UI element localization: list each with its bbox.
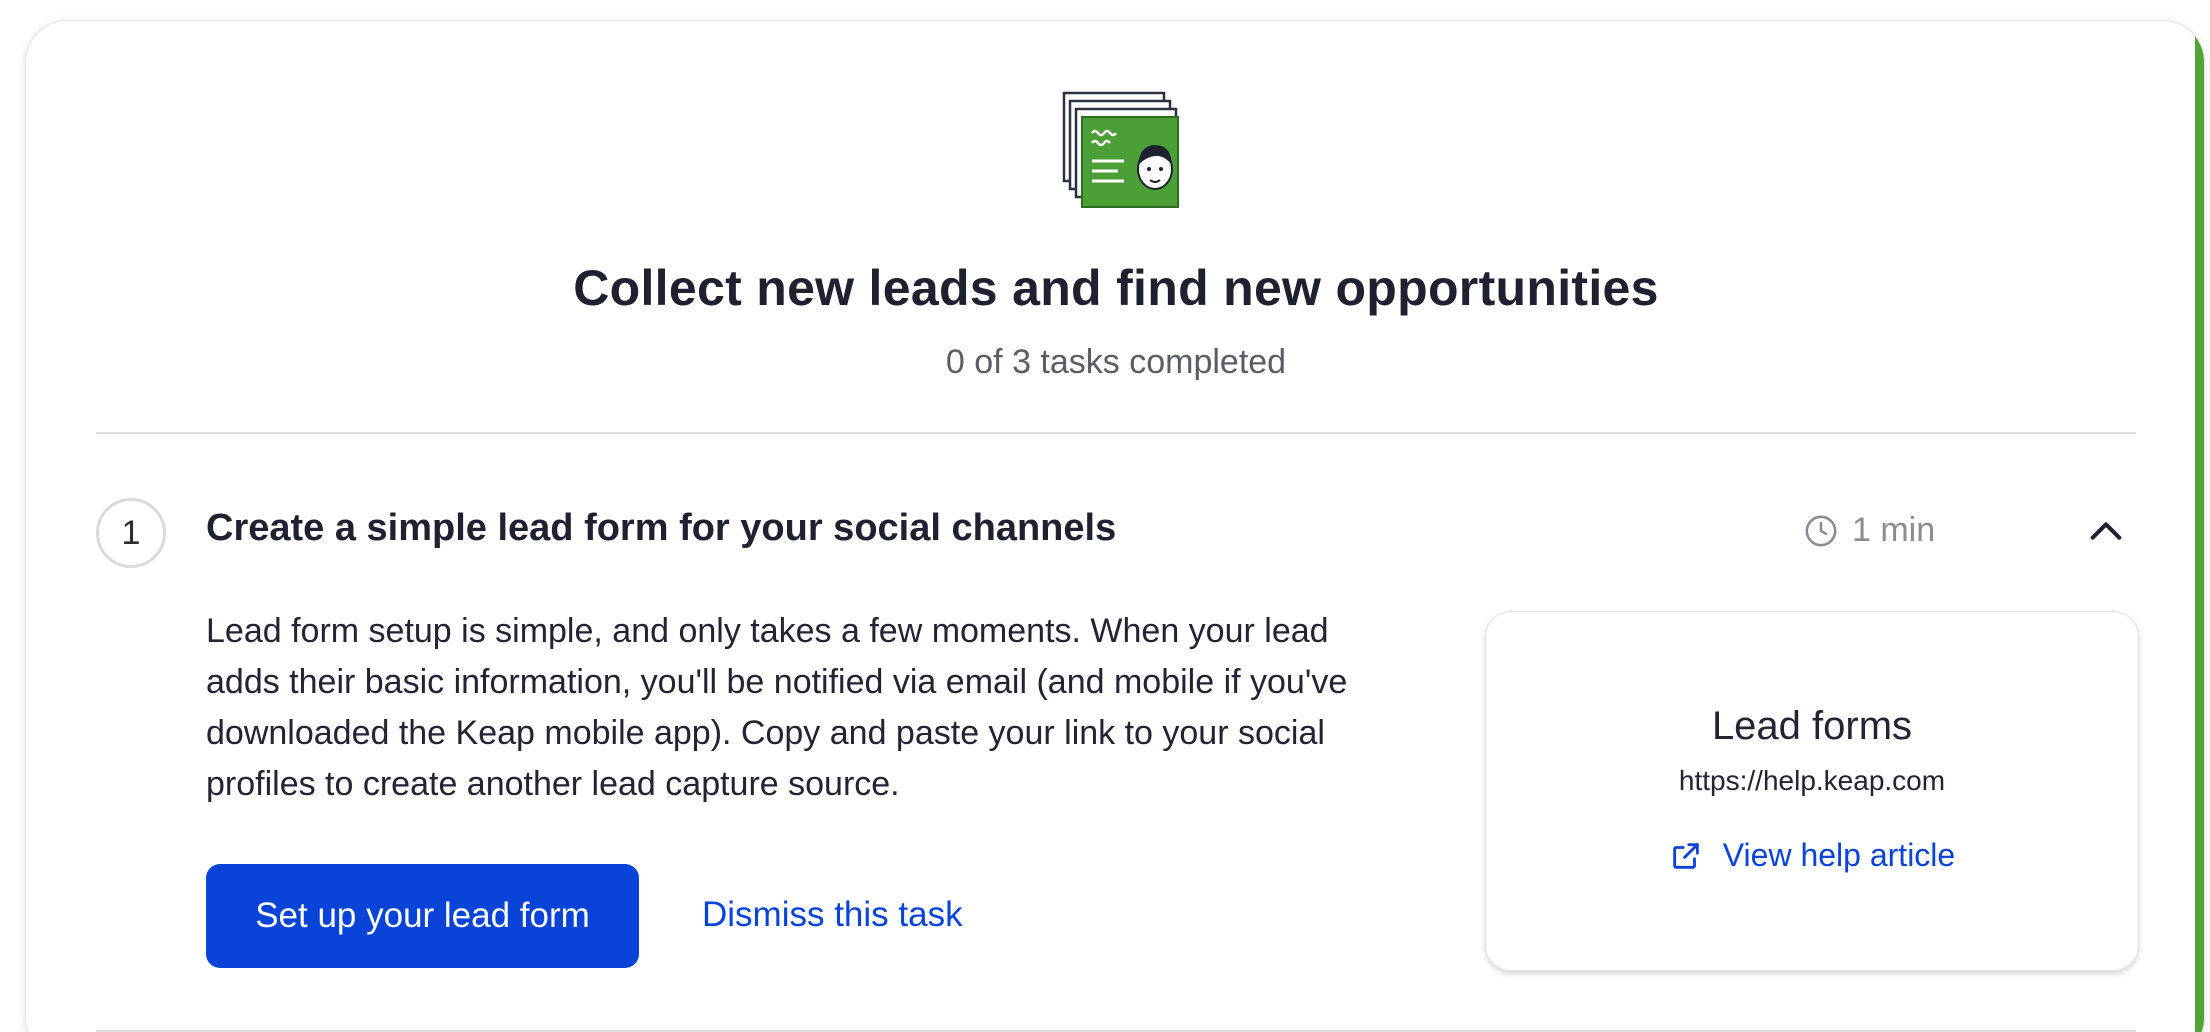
task-title: Create a simple lead form for your socia… <box>206 507 1117 549</box>
task-progress-text: 0 of 3 tasks completed <box>945 343 1287 381</box>
task-duration: 1 min <box>1804 511 1935 550</box>
clock-icon <box>1805 515 1837 546</box>
onboarding-card: Collect new leads and find new opportuni… <box>25 20 2205 1032</box>
page-stage: Collect new leads and find new opportuni… <box>0 0 2210 1032</box>
task-description: Lead form setup is simple, and only take… <box>206 612 1348 803</box>
section-divider <box>96 432 2136 434</box>
help-article-card: Lead forms https://help.keap.com View he… <box>1485 611 2139 971</box>
set-up-lead-form-button[interactable]: Set up your lead form <box>206 864 639 968</box>
task-duration-label: 1 min <box>1852 511 1936 549</box>
external-link-icon <box>1673 842 1699 869</box>
help-card-url: https://help.keap.com <box>1678 765 1946 796</box>
card-accent-edge <box>2195 21 2204 1032</box>
dismiss-task-link[interactable]: Dismiss this task <box>702 895 963 935</box>
task-step-number: 1 <box>96 498 166 568</box>
collapse-chevron-up-icon[interactable] <box>2086 511 2126 551</box>
lead-form-id-card-icon <box>1062 91 1179 208</box>
view-help-article-label: View help article <box>1722 837 1956 873</box>
page-title: Collect new leads and find new opportuni… <box>573 260 1659 316</box>
view-help-article-link[interactable]: View help article <box>1486 837 2138 874</box>
help-card-title: Lead forms <box>1711 704 1913 748</box>
